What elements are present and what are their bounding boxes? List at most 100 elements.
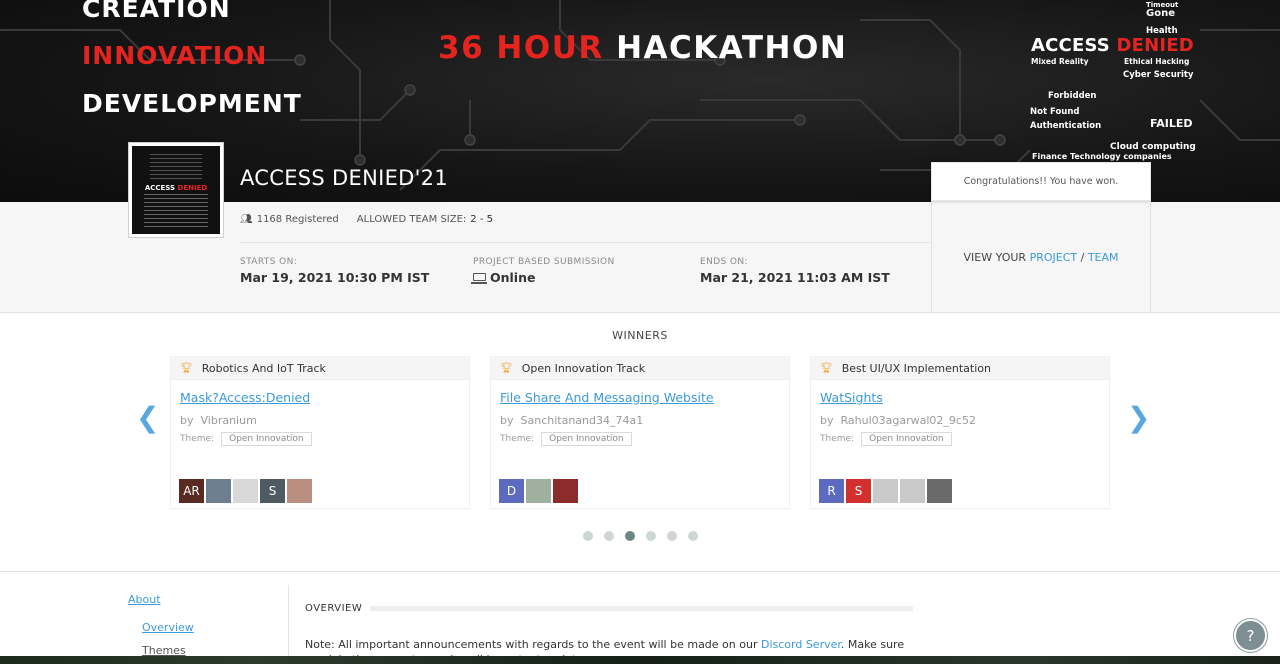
- team-size-label: ALLOWED TEAM SIZE:: [356, 214, 467, 225]
- help-icon[interactable]: ?: [1234, 619, 1267, 652]
- registered-count: 1168 Registered: [256, 214, 339, 225]
- sidebar-divider: [288, 585, 289, 664]
- link-separator: /: [1080, 251, 1085, 264]
- track-name: Robotics And IoT Track: [201, 361, 326, 375]
- member-avatar[interactable]: AR: [179, 479, 204, 503]
- view-team-link[interactable]: TEAM: [1088, 251, 1119, 264]
- cloud-word: Not Found: [1030, 107, 1080, 117]
- winner-track-header: 🏆︎ Best UI/UX Implementation: [811, 357, 1109, 380]
- ends-value: Mar 21, 2021 11:03 AM IST: [700, 270, 890, 285]
- logo-title: ACCESS DENIED: [132, 184, 220, 192]
- view-project-link[interactable]: PROJECT: [1030, 251, 1078, 264]
- note-text-before: Note: All important announcements with r…: [305, 638, 758, 651]
- member-avatar[interactable]: R: [819, 479, 844, 503]
- team-size-value: 2 - 5: [470, 214, 493, 225]
- cloud-word: Cloud computing: [1110, 142, 1196, 152]
- project-author[interactable]: Vibranium: [201, 414, 257, 427]
- sidebar-item-overview[interactable]: Overview: [142, 621, 194, 634]
- tagline-development: DEVELOPMENT: [82, 89, 302, 118]
- team-avatars: RS: [819, 479, 952, 503]
- view-your-label: VIEW YOUR: [963, 251, 1027, 264]
- logo-texture: [144, 194, 208, 228]
- winner-card[interactable]: 🏆︎ Robotics And IoT Track Mask?Access:De…: [170, 356, 470, 509]
- member-avatar[interactable]: S: [846, 479, 871, 503]
- member-avatar[interactable]: [927, 479, 952, 503]
- project-author-row: by Rahul03agarwal02_9c52: [820, 414, 976, 427]
- cloud-word: Ethical Hacking: [1124, 57, 1190, 66]
- project-theme-row: Theme: Open Innovation: [180, 432, 312, 446]
- overview-heading: OVERVIEW: [305, 603, 914, 614]
- member-avatar[interactable]: [233, 479, 258, 503]
- section-divider: [0, 571, 1280, 572]
- overview-rule: [370, 606, 914, 611]
- member-avatar[interactable]: [287, 479, 312, 503]
- project-author-row: by Sanchitanand34_74a1: [500, 414, 643, 427]
- project-title-link[interactable]: File Share And Messaging Website: [500, 390, 714, 405]
- laptop-icon: [471, 273, 487, 284]
- event-logo: ACCESS DENIED: [128, 142, 224, 238]
- by-label: by: [180, 414, 194, 427]
- logo-title-denied: DENIED: [177, 184, 208, 192]
- logo-title-access: ACCESS: [144, 184, 176, 192]
- footer-background: [0, 656, 1280, 664]
- winner-card[interactable]: 🏆︎ Best UI/UX Implementation WatSights b…: [810, 356, 1110, 509]
- team-avatars: D: [499, 479, 578, 503]
- member-avatar[interactable]: S: [260, 479, 285, 503]
- project-author[interactable]: Sanchitanand34_74a1: [521, 414, 644, 427]
- cloud-word: Mixed Reality: [1031, 57, 1089, 66]
- hackathon-title: 36 HOUR HACKATHON: [438, 30, 847, 66]
- carousel-next-arrow-icon[interactable]: ❯: [1127, 404, 1150, 432]
- member-avatar[interactable]: [526, 479, 551, 503]
- theme-label: Theme:: [180, 434, 215, 444]
- project-title-link[interactable]: Mask?Access:Denied: [180, 390, 310, 405]
- cloud-word: Finance Technology companies: [1032, 152, 1172, 161]
- carousel-dot[interactable]: [688, 531, 698, 541]
- starts-label: STARTS ON:: [240, 257, 298, 267]
- project-theme-row: Theme: Open Innovation: [500, 432, 632, 446]
- hackathon-word: HACKATHON: [616, 30, 848, 66]
- submission-value-wrap: Online: [471, 270, 535, 285]
- overview-title: OVERVIEW: [305, 603, 363, 614]
- cloud-title-denied: DENIED: [1116, 35, 1194, 56]
- project-author[interactable]: Rahul03agarwal02_9c52: [841, 414, 976, 427]
- project-theme-row: Theme: Open Innovation: [820, 432, 952, 446]
- sidebar-about-link[interactable]: About: [128, 593, 161, 606]
- event-name: ACCESS DENIED'21: [240, 166, 449, 190]
- cloud-title: ACCESS DENIED: [1031, 37, 1194, 55]
- carousel-prev-arrow-icon[interactable]: ❮: [136, 404, 159, 432]
- carousel-dot[interactable]: [625, 531, 635, 541]
- carousel-dot[interactable]: [646, 531, 656, 541]
- team-avatars: AR S: [179, 479, 312, 503]
- carousel-dot[interactable]: [667, 531, 677, 541]
- discord-server-link[interactable]: Discord Server: [761, 638, 841, 651]
- carousel-dot[interactable]: [583, 531, 593, 541]
- logo-texture: [150, 154, 202, 180]
- win-message: Congratulations!! You have won.: [931, 162, 1151, 201]
- track-name: Best UI/UX Implementation: [841, 361, 991, 375]
- registration-row: 👥︎ 1168 Registered ALLOWED TEAM SIZE: 2 …: [240, 214, 493, 225]
- trophy-icon: 🏆︎: [820, 362, 833, 374]
- theme-label: Theme:: [500, 434, 535, 444]
- winner-track-header: 🏆︎ Open Innovation Track: [491, 357, 789, 380]
- access-denied-wordcloud: Timeout Gone Health ACCESS DENIED Mixed …: [1028, 0, 1196, 170]
- project-title-link[interactable]: WatSights: [820, 390, 883, 405]
- carousel-dot[interactable]: [604, 531, 614, 541]
- member-avatar[interactable]: [873, 479, 898, 503]
- project-author-row: by Vibranium: [180, 414, 257, 427]
- member-avatar[interactable]: [553, 479, 578, 503]
- winners-title: WINNERS: [612, 329, 668, 342]
- submission-label: PROJECT BASED SUBMISSION: [473, 257, 615, 267]
- member-avatar[interactable]: [900, 479, 925, 503]
- member-avatar[interactable]: [206, 479, 231, 503]
- winner-card[interactable]: 🏆︎ Open Innovation Track File Share And …: [490, 356, 790, 509]
- cloud-word: Gone: [1146, 8, 1175, 19]
- theme-tag: Open Innovation: [861, 432, 952, 446]
- hackathon-duration: 36 HOUR: [438, 30, 604, 66]
- member-avatar[interactable]: D: [499, 479, 524, 503]
- winner-track-header: 🏆︎ Robotics And IoT Track: [171, 357, 469, 380]
- trophy-icon: 🏆︎: [500, 362, 513, 374]
- carousel-dots: [583, 531, 698, 541]
- theme-tag: Open Innovation: [541, 432, 632, 446]
- theme-tag: Open Innovation: [221, 432, 312, 446]
- trophy-icon: 🏆︎: [180, 362, 193, 374]
